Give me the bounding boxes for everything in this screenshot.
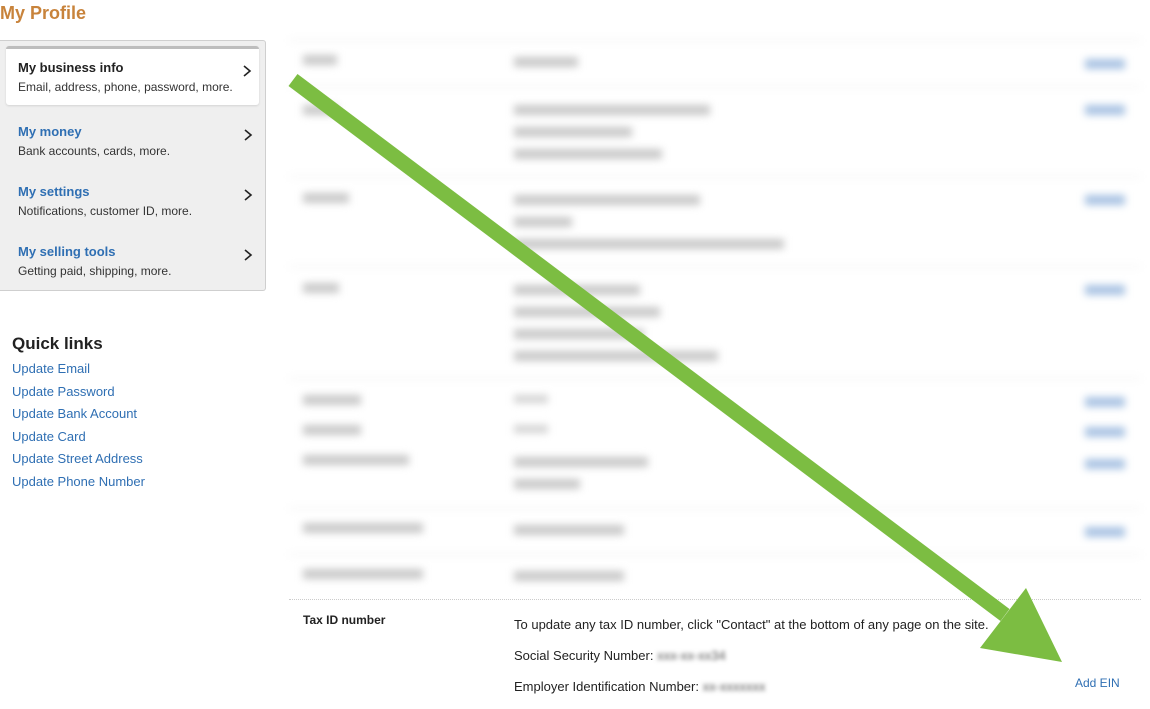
ssn-line: Social Security Number: xxx-xx-xx34 — [514, 648, 726, 663]
nav-item-money[interactable]: My money Bank accounts, cards, more. — [0, 113, 260, 173]
profile-nav: My business info Email, address, phone, … — [0, 40, 266, 291]
business-info-panel: Tax ID number To update any tax ID numbe… — [289, 38, 1141, 708]
redacted-row — [289, 508, 1141, 555]
ssn-label: Social Security Number: — [514, 648, 654, 663]
redacted-row — [289, 554, 1141, 600]
tax-id-label: Tax ID number — [303, 613, 386, 627]
quick-link-update-email[interactable]: Update Email — [12, 360, 145, 383]
redacted-row — [289, 266, 1141, 379]
ein-label: Employer Identification Number: — [514, 679, 699, 694]
quick-link-update-street-address[interactable]: Update Street Address — [12, 450, 145, 473]
quick-link-update-card[interactable]: Update Card — [12, 428, 145, 451]
chevron-right-icon — [244, 189, 253, 201]
nav-item-subtitle: Getting paid, shipping, more. — [18, 264, 172, 278]
chevron-right-icon — [243, 65, 252, 77]
nav-item-label: My money — [18, 124, 82, 139]
quick-links-title: Quick links — [12, 334, 103, 353]
quick-link-update-bank-account[interactable]: Update Bank Account — [12, 405, 145, 428]
nav-item-subtitle: Notifications, customer ID, more. — [18, 204, 193, 218]
nav-item-label: My settings — [18, 184, 90, 199]
tax-id-row: Tax ID number To update any tax ID numbe… — [289, 599, 1141, 709]
redacted-row — [289, 40, 1141, 87]
page-title: My Profile — [0, 3, 87, 23]
nav-item-selling-tools[interactable]: My selling tools Getting paid, shipping,… — [0, 233, 260, 293]
nav-item-settings[interactable]: My settings Notifications, customer ID, … — [0, 173, 260, 233]
quick-links-list: Update Email Update Password Update Bank… — [12, 360, 145, 496]
ein-value: xx-xxxxxxx — [702, 679, 766, 694]
nav-item-subtitle: Email, address, phone, password, more. — [18, 80, 233, 94]
nav-item-subtitle: Bank accounts, cards, more. — [18, 144, 171, 158]
quick-link-update-phone-number[interactable]: Update Phone Number — [12, 473, 145, 496]
nav-item-label: My business info — [18, 60, 124, 75]
quick-link-update-password[interactable]: Update Password — [12, 383, 145, 406]
chevron-right-icon — [244, 129, 253, 141]
ssn-value: xxx-xx-xx34 — [657, 648, 726, 663]
ein-line: Employer Identification Number: xx-xxxxx… — [514, 679, 765, 694]
add-ein-link[interactable]: Add EIN — [1075, 676, 1120, 690]
chevron-right-icon — [244, 249, 253, 261]
tax-id-note: To update any tax ID number, click "Cont… — [514, 617, 989, 632]
nav-item-business-info[interactable]: My business info Email, address, phone, … — [6, 46, 259, 105]
nav-item-label: My selling tools — [18, 244, 116, 259]
redacted-row — [289, 378, 1141, 505]
redacted-row — [289, 86, 1141, 177]
redacted-row — [289, 176, 1141, 267]
